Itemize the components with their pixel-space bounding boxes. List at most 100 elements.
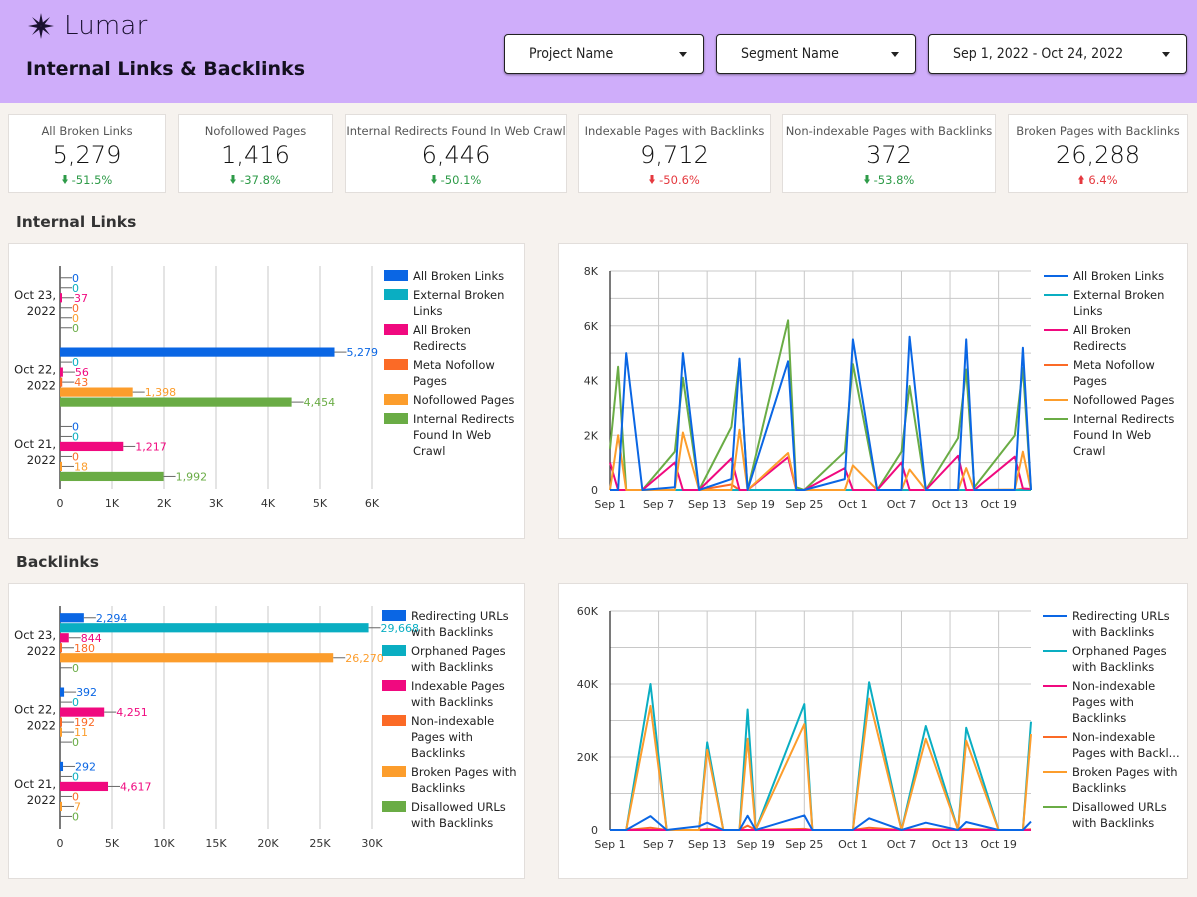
data-label: 4,251 [116, 706, 148, 719]
kpi-card-nofollowed-pages: Nofollowed Pages 1,416 -37.8% [178, 114, 333, 193]
legend-swatch [382, 766, 406, 777]
legend-item-all-broken-redirects[interactable]: All Broken Redirects [1044, 322, 1184, 354]
legend-label: Broken Pages with Backlinks [411, 765, 517, 795]
segment-name-dropdown[interactable]: Segment Name [716, 34, 916, 74]
x-tick-label: 3K [209, 497, 224, 510]
legend-item-indexable-pages-with-backlinks[interactable]: Indexable Pages with Backlinks [382, 678, 522, 710]
kpi-card-broken-pages-with-backlinks: Broken Pages with Backlinks 26,288 6.4% [1008, 114, 1188, 193]
data-label: 1,217 [135, 440, 167, 453]
backlinks-bar-chart-panel: 0 5K 10K 15K 20K 25K 30K Oct 23, 2022 2,294 29,668… [8, 583, 525, 879]
data-label: 1,992 [176, 470, 208, 483]
legend-item-meta-nofollow-pages[interactable]: Meta Nofollow Pages [1044, 357, 1184, 389]
legend-item-meta-nofollow-pages[interactable]: Meta Nofollow Pages [384, 357, 524, 389]
kpi-label: Nofollowed Pages [204, 124, 307, 138]
bar-non-indexable-pages-with-backlinks[interactable] [60, 717, 62, 727]
bar-redirecting-urls-with-backlinks[interactable] [60, 687, 65, 697]
category-label: 2022 [27, 719, 56, 733]
x-tick-label: 0 [57, 497, 64, 510]
bar-all-broken-redirects[interactable] [60, 367, 63, 377]
lumar-star-icon [28, 13, 54, 39]
legend-item-broken-pages-with-backlinks[interactable]: Broken Pages with Backlinks [382, 764, 522, 796]
legend-label: Broken Pages with Backlinks [1072, 765, 1178, 795]
legend-item-broken-pages-with-backlinks[interactable]: Broken Pages with Backlinks [1043, 764, 1185, 796]
bar-broken-pages-with-backlinks[interactable] [60, 727, 62, 737]
legend-item-non-indexable-pages-with-backlinks[interactable]: Non-indexable Pages with Backlinks [382, 713, 522, 761]
chevron-down-icon [679, 52, 687, 57]
legend-swatch [1043, 771, 1067, 773]
legend-item-all-broken-links[interactable]: All Broken Links [384, 268, 524, 284]
data-label: 0 [72, 322, 79, 335]
y-tick-label: 4K [584, 375, 599, 388]
logo-text: Lumar [64, 11, 148, 41]
legend-item-disallowed-urls-with-backlinks[interactable]: Disallowed URLs with Backlinks [382, 799, 522, 831]
bar-broken-pages-with-backlinks[interactable] [60, 653, 334, 663]
legend-label: Indexable Pages with Backlinks [411, 679, 505, 709]
x-tick-label: Oct 13 [932, 838, 969, 851]
legend-swatch [382, 715, 406, 726]
bar-meta-nofollow-pages[interactable] [60, 377, 63, 387]
line-orphaned-pages-with-backlinks[interactable] [610, 681, 1032, 831]
bar-internal-redirects-found-in-web-crawl[interactable] [60, 471, 164, 482]
x-tick-label: 6K [365, 497, 380, 510]
legend-item-orphaned-pages-with-backlinks[interactable]: Orphaned Pages with Backlinks [382, 643, 522, 675]
bar-internal-redirects-found-in-web-crawl[interactable] [60, 397, 292, 407]
bar-all-broken-redirects[interactable] [60, 441, 124, 452]
kpi-card-indexable-pages-with-backlinks: Indexable Pages with Backlinks 9,712 -50.6… [578, 114, 771, 193]
kpi-label: Internal Redirects Found In Web Crawl [346, 124, 566, 138]
x-tick-label: 5K [105, 837, 120, 850]
date-range-dropdown[interactable]: Sep 1, 2022 - Oct 24, 2022 [928, 34, 1187, 74]
x-tick-label: Oct 19 [980, 498, 1017, 511]
kpi-card-non-indexable-pages-with-backlinks: Non-indexable Pages with Backlinks 372 -53… [782, 114, 996, 193]
bar-redirecting-urls-with-backlinks[interactable] [60, 761, 64, 772]
legend-item-redirecting-urls-with-backlinks[interactable]: Redirecting URLs with Backlinks [382, 608, 522, 640]
kpi-value: 9,712 [640, 141, 709, 169]
kpi-value: 372 [866, 141, 912, 169]
legend-label: Nofollowed Pages [413, 393, 515, 407]
legend-label: Meta Nofollow Pages [413, 358, 495, 388]
bar-all-broken-redirects[interactable] [60, 293, 62, 303]
y-tick-label: 0 [591, 484, 598, 497]
legend-item-orphaned-pages-with-backlinks[interactable]: Orphaned Pages with Backlinks [1043, 643, 1185, 675]
legend-item-all-broken-redirects[interactable]: All Broken Redirects [384, 322, 524, 354]
legend-item-redirecting-urls-with-backlinks[interactable]: Redirecting URLs with Backlinks [1043, 608, 1185, 640]
bar-indexable-pages-with-backlinks[interactable] [60, 781, 109, 792]
arrow-down-icon [430, 175, 437, 184]
legend-item-all-broken-links[interactable]: All Broken Links [1044, 268, 1184, 284]
category-label: Oct 21, [14, 777, 56, 791]
bar-nofollowed-pages[interactable] [60, 461, 62, 472]
chevron-down-icon [1162, 52, 1170, 57]
legend-item-internal-redirects-found-in-web-crawl[interactable]: Internal Redirects Found In Web Crawl [384, 411, 524, 459]
data-label: 2,294 [96, 612, 128, 625]
bar-redirecting-urls-with-backlinks[interactable] [60, 613, 84, 623]
legend-item-disallowed-urls-with-backlinks[interactable]: Disallowed URLs with Backlinks [1043, 799, 1185, 831]
legend-item-nofollowed-pages[interactable]: Nofollowed Pages [1044, 392, 1184, 408]
line-all-broken-links[interactable] [610, 335, 1032, 491]
legend-label: External Broken Links [413, 288, 505, 318]
bar-indexable-pages-with-backlinks[interactable] [60, 633, 69, 643]
legend-swatch [1044, 275, 1068, 277]
legend-item-external-broken-links[interactable]: External Broken Links [384, 287, 524, 319]
legend-item-internal-redirects-found-in-web-crawl[interactable]: Internal Redirects Found In Web Crawl [1044, 411, 1184, 459]
bar-nofollowed-pages[interactable] [60, 387, 133, 397]
legend-label: Redirecting URLs with Backlinks [411, 609, 509, 639]
x-tick-label: 4K [261, 497, 276, 510]
legend-item-nofollowed-pages[interactable]: Nofollowed Pages [384, 392, 524, 408]
legend-item-non-indexable-pages-with-backl[interactable]: Non-indexable Pages with Backl... [1043, 729, 1185, 761]
data-label: 0 [72, 662, 79, 675]
bar-all-broken-links[interactable] [60, 347, 335, 357]
section-title-internal-links: Internal Links [16, 213, 137, 231]
bar-orphaned-pages-with-backlinks[interactable] [60, 623, 369, 633]
kpi-delta: -51.5% [61, 173, 112, 187]
line-broken-pages-with-backlinks[interactable] [610, 697, 1032, 831]
legend-item-non-indexable-pages-with-backlinks[interactable]: Non-indexable Pages with Backlinks [1043, 678, 1185, 726]
data-label: 0 [72, 430, 79, 443]
kpi-value: 26,288 [1056, 141, 1140, 169]
bar-broken-pages-with-backlinks[interactable] [60, 801, 62, 812]
project-name-dropdown[interactable]: Project Name [504, 34, 704, 74]
kpi-delta-value: -50.1% [440, 172, 482, 187]
legend-item-external-broken-links[interactable]: External Broken Links [1044, 287, 1184, 319]
legend-label: Disallowed URLs with Backlinks [411, 800, 506, 830]
backlinks-line-legend: Redirecting URLs with Backlinks Orphaned … [1043, 608, 1185, 834]
line-redirecting-urls-with-backlinks[interactable] [610, 814, 1032, 831]
bar-non-indexable-pages-with-backlinks[interactable] [60, 643, 62, 653]
